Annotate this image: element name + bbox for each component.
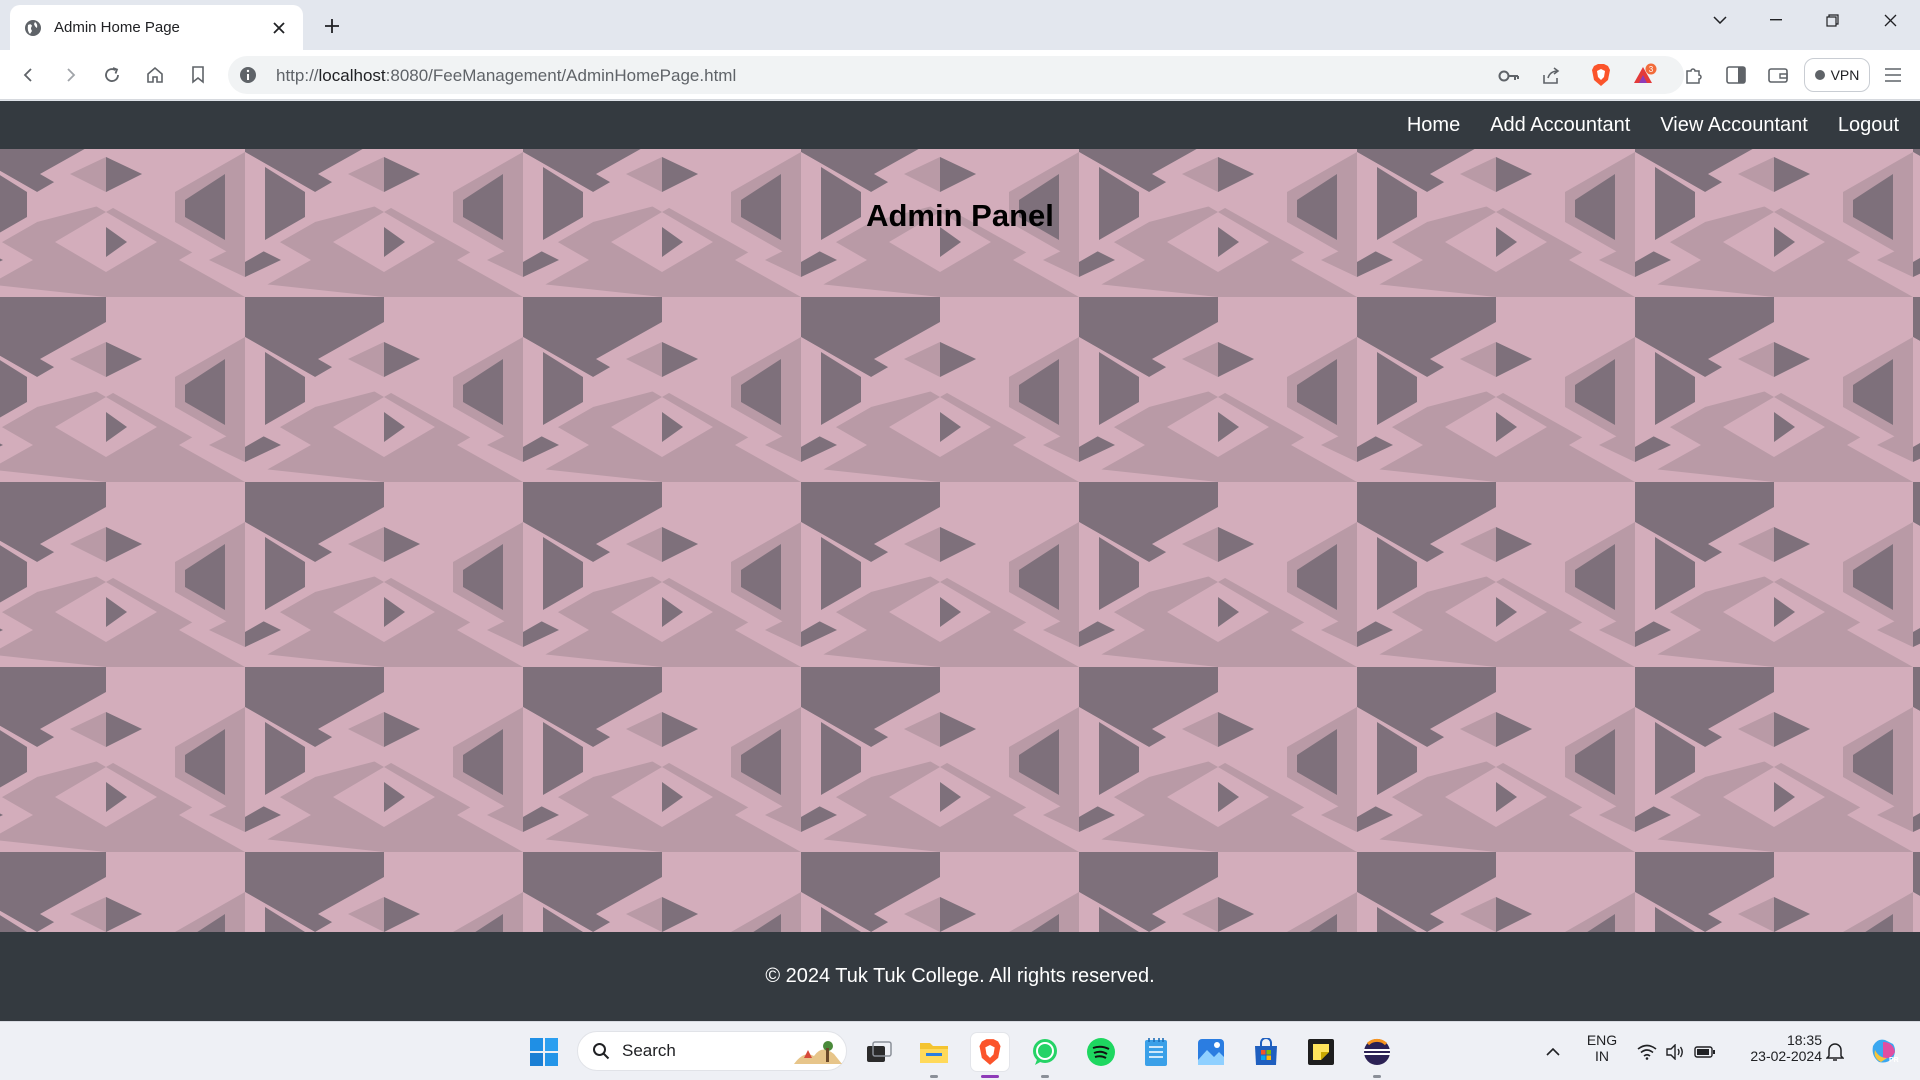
- web-page: Home Add Accountant View Accountant Logo…: [0, 101, 1920, 1021]
- tab-search-chevron-icon[interactable]: [1696, 4, 1744, 36]
- vpn-label: VPN: [1830, 67, 1860, 83]
- reload-icon[interactable]: [97, 60, 127, 90]
- nav-link-home[interactable]: Home: [1407, 114, 1460, 137]
- minimize-window-button[interactable]: [1752, 4, 1800, 36]
- clock-date: 23-02-2024: [1750, 1048, 1822, 1064]
- browser-toolbar: http://localhost:8080/FeeManagement/Admi…: [0, 50, 1920, 100]
- close-tab-icon[interactable]: [269, 18, 289, 38]
- region-code: IN: [1595, 1048, 1609, 1064]
- site-info-icon[interactable]: [238, 65, 258, 85]
- new-tab-button[interactable]: [318, 12, 346, 40]
- search-icon: [593, 1043, 610, 1060]
- search-highlight-icon: [794, 1041, 842, 1064]
- rewards-badge-count: 3: [1649, 65, 1654, 74]
- brave-rewards-icon[interactable]: 3: [1630, 60, 1660, 90]
- globe-icon: [24, 19, 42, 37]
- task-view-icon[interactable]: [860, 1033, 898, 1071]
- clock[interactable]: 18:35 23-02-2024: [1726, 1032, 1822, 1064]
- geometric-background-pattern: [0, 149, 1920, 932]
- url-scheme: http://: [276, 66, 319, 85]
- wallet-icon[interactable]: [1763, 60, 1793, 90]
- nav-link-view-accountant[interactable]: View Accountant: [1660, 114, 1808, 137]
- url-host: localhost: [318, 66, 386, 85]
- address-bar[interactable]: http://localhost:8080/FeeManagement/Admi…: [228, 56, 1684, 94]
- site-navbar: Home Add Accountant View Accountant Logo…: [0, 101, 1920, 149]
- copilot-pre-badge: PRE: [1889, 1057, 1899, 1064]
- close-window-button[interactable]: [1866, 4, 1914, 36]
- browser-tab-active[interactable]: Admin Home Page: [10, 5, 303, 50]
- volume-icon[interactable]: [1664, 1041, 1686, 1063]
- microsoft-store-icon[interactable]: [1247, 1033, 1285, 1071]
- whatsapp-icon[interactable]: [1026, 1033, 1064, 1078]
- vpn-status-icon: [1814, 70, 1825, 80]
- vpn-button[interactable]: VPN: [1804, 58, 1870, 92]
- battery-icon[interactable]: [1694, 1041, 1716, 1063]
- running-indicator: [1041, 1075, 1049, 1078]
- wifi-icon[interactable]: [1636, 1041, 1658, 1063]
- footer-copyright: © 2024 Tuk Tuk College. All rights reser…: [765, 965, 1155, 987]
- menu-hamburger-icon[interactable]: [1878, 60, 1908, 90]
- clock-time: 18:35: [1786, 1032, 1822, 1048]
- brave-shields-icon[interactable]: [1586, 60, 1616, 90]
- key-icon[interactable]: [1498, 65, 1520, 87]
- bookmark-icon[interactable]: [183, 60, 213, 90]
- nav-link-add-accountant[interactable]: Add Accountant: [1490, 114, 1630, 137]
- forward-arrow-icon[interactable]: [55, 60, 85, 90]
- share-icon[interactable]: [1540, 65, 1562, 87]
- url-path: :8080/FeeManagement/AdminHomePage.html: [385, 66, 737, 85]
- url-text[interactable]: http://localhost:8080/FeeManagement/Admi…: [276, 66, 736, 86]
- sticky-notes-icon[interactable]: [1302, 1033, 1340, 1071]
- browser-tabstrip: Admin Home Page: [0, 0, 1920, 50]
- extensions-puzzle-icon[interactable]: [1679, 60, 1709, 90]
- taskbar-search-box[interactable]: Search: [577, 1031, 847, 1071]
- spotify-icon[interactable]: [1082, 1033, 1120, 1071]
- site-footer: © 2024 Tuk Tuk College. All rights reser…: [0, 932, 1920, 1021]
- brave-browser-taskbar-icon[interactable]: [971, 1033, 1009, 1078]
- notepad-icon[interactable]: [1137, 1033, 1175, 1071]
- tab-title: Admin Home Page: [54, 19, 180, 36]
- windows-taskbar: Search ENG IN 18:35 23-02-2024 PR: [0, 1021, 1920, 1080]
- page-title: Admin Panel: [866, 198, 1054, 233]
- running-indicator: [1373, 1075, 1381, 1078]
- back-arrow-icon[interactable]: [14, 60, 44, 90]
- eclipse-ide-icon[interactable]: [1358, 1033, 1396, 1078]
- sidebar-toggle-icon[interactable]: [1721, 60, 1751, 90]
- language-code: ENG: [1586, 1032, 1618, 1048]
- home-icon[interactable]: [140, 60, 170, 90]
- active-indicator: [981, 1075, 999, 1078]
- windows-start-icon[interactable]: [525, 1033, 563, 1071]
- photos-icon[interactable]: [1192, 1033, 1230, 1071]
- copilot-icon[interactable]: PRE: [1868, 1035, 1900, 1067]
- notification-bell-icon[interactable]: [1824, 1041, 1846, 1063]
- search-label: Search: [622, 1041, 676, 1060]
- show-hidden-icons-chevron-icon[interactable]: [1542, 1041, 1564, 1063]
- language-indicator[interactable]: ENG IN: [1572, 1032, 1632, 1064]
- admin-hero-section: Admin Panel: [0, 149, 1920, 932]
- nav-link-logout[interactable]: Logout: [1838, 114, 1899, 137]
- file-explorer-icon[interactable]: [915, 1033, 953, 1078]
- restore-window-button[interactable]: [1808, 4, 1856, 36]
- running-indicator: [930, 1075, 938, 1078]
